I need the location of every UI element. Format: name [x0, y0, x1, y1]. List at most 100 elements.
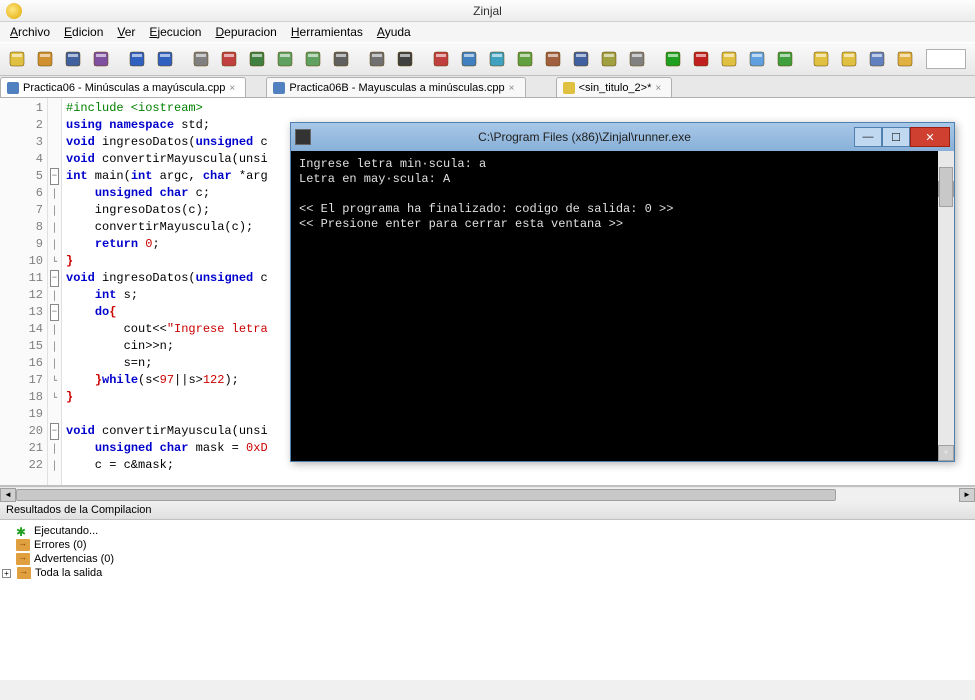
- line-number: 3: [0, 134, 43, 151]
- cut-button[interactable]: [216, 46, 242, 72]
- fold-column[interactable]: −││││└−│−│││└└−││: [48, 98, 62, 485]
- tab-close-icon[interactable]: ×: [509, 83, 519, 93]
- undo-button[interactable]: [124, 46, 150, 72]
- find-replace-button[interactable]: [364, 46, 390, 72]
- tab-2[interactable]: <sin_titulo_2>*×: [556, 77, 673, 97]
- star-icon: ✱: [16, 525, 30, 537]
- build-icon: [720, 50, 738, 68]
- fold-marker[interactable]: −: [48, 270, 61, 287]
- numbers-icon: [600, 50, 618, 68]
- expand-icon[interactable]: +: [2, 569, 11, 578]
- toggle-breakpoint-button[interactable]: [428, 46, 454, 72]
- line-number: 16: [0, 355, 43, 372]
- uncomment-button[interactable]: [300, 46, 326, 72]
- new-file-button[interactable]: [4, 46, 30, 72]
- scroll-right-icon[interactable]: ►: [959, 488, 975, 502]
- fold-marker[interactable]: −: [48, 423, 61, 440]
- list-button[interactable]: [624, 46, 650, 72]
- compilation-item[interactable]: ✱Ejecutando...: [2, 524, 973, 538]
- tab-close-icon[interactable]: ×: [229, 83, 239, 93]
- line-number: 10: [0, 253, 43, 270]
- compilation-item-label: Advertencias (0): [34, 553, 114, 565]
- console-window[interactable]: C:\Program Files (x86)\Zinjal\runner.exe…: [290, 122, 955, 462]
- compilation-item-label: Toda la salida: [35, 567, 102, 579]
- fold-marker[interactable]: −: [48, 168, 61, 185]
- tab-1[interactable]: Practica06B - Mayusculas a minúsculas.cp…: [266, 77, 525, 97]
- fold-marker[interactable]: −: [48, 304, 61, 321]
- console-output[interactable]: Ingrese letra min·scula: a Letra en may·…: [291, 151, 954, 461]
- line-number: 13: [0, 304, 43, 321]
- tab-0[interactable]: Practica06 - Minúsculas a mayúscula.cpp×: [0, 77, 246, 97]
- compilation-item[interactable]: Errores (0): [2, 538, 973, 552]
- hash-button[interactable]: [512, 46, 538, 72]
- build-button[interactable]: [716, 46, 742, 72]
- task1-button[interactable]: [808, 46, 834, 72]
- step-icon: [460, 50, 478, 68]
- mail-button[interactable]: [892, 46, 918, 72]
- save-button[interactable]: [60, 46, 86, 72]
- hash-icon: [516, 50, 534, 68]
- tab-label: <sin_titulo_2>*: [579, 82, 652, 94]
- menu-ver[interactable]: Ver: [111, 23, 141, 41]
- scroll-track[interactable]: [16, 488, 959, 502]
- menu-archivo[interactable]: Archivo: [4, 23, 56, 41]
- fold-marker: │: [48, 185, 61, 202]
- save-all-button[interactable]: [88, 46, 114, 72]
- redo-button[interactable]: [152, 46, 178, 72]
- comment-button[interactable]: [272, 46, 298, 72]
- editor-hscrollbar[interactable]: ◄ ►: [0, 486, 975, 502]
- toolbar-search-input[interactable]: [926, 49, 966, 69]
- scroll-down-icon[interactable]: ▼: [938, 445, 954, 461]
- menu-ayuda[interactable]: Ayuda: [371, 23, 417, 41]
- brace-match-button[interactable]: [568, 46, 594, 72]
- scroll-left-icon[interactable]: ◄: [0, 488, 16, 502]
- debug-button[interactable]: [772, 46, 798, 72]
- binoculars-button[interactable]: [392, 46, 418, 72]
- console-scroll-thumb[interactable]: [939, 167, 953, 207]
- open-file-icon: [36, 50, 54, 68]
- task2-icon: [840, 50, 858, 68]
- find-button[interactable]: [328, 46, 354, 72]
- numbers-button[interactable]: [596, 46, 622, 72]
- console-title: C:\Program Files (x86)\Zinjal\runner.exe: [315, 130, 854, 144]
- save-icon: [64, 50, 82, 68]
- tags-button[interactable]: [540, 46, 566, 72]
- line-number: 4: [0, 151, 43, 168]
- maximize-button[interactable]: ☐: [882, 127, 910, 147]
- save-all-icon: [92, 50, 110, 68]
- refresh-button[interactable]: [864, 46, 890, 72]
- compilation-item[interactable]: + Toda la salida: [2, 566, 973, 580]
- minimize-button[interactable]: —: [854, 127, 882, 147]
- task2-button[interactable]: [836, 46, 862, 72]
- fold-marker: │: [48, 202, 61, 219]
- compile-button[interactable]: [744, 46, 770, 72]
- console-vscrollbar[interactable]: ▲ ▼: [938, 151, 954, 461]
- folder-icon: [16, 553, 30, 565]
- console-text: Ingrese letra min·scula: a Letra en may·…: [299, 157, 946, 232]
- menu-edicion[interactable]: Edicion: [58, 23, 109, 41]
- menu-herramientas[interactable]: Herramientas: [285, 23, 369, 41]
- find-icon: [332, 50, 350, 68]
- tab-close-icon[interactable]: ×: [655, 83, 665, 93]
- menu-depuracion[interactable]: Depuracion: [209, 23, 282, 41]
- tags-icon: [544, 50, 562, 68]
- app-icon: [6, 3, 22, 19]
- folder-icon: [17, 567, 31, 579]
- scroll-thumb[interactable]: [16, 489, 836, 501]
- run-button[interactable]: [660, 46, 686, 72]
- line-number: 17: [0, 372, 43, 389]
- compilation-item[interactable]: Advertencias (0): [2, 552, 973, 566]
- bookmark-button[interactable]: [484, 46, 510, 72]
- fold-marker: [48, 134, 61, 151]
- line-number: 20: [0, 423, 43, 440]
- paste-button[interactable]: [244, 46, 270, 72]
- step-button[interactable]: [456, 46, 482, 72]
- copy-button[interactable]: [188, 46, 214, 72]
- menu-ejecucion[interactable]: Ejecucion: [143, 23, 207, 41]
- stop-button[interactable]: [688, 46, 714, 72]
- close-button[interactable]: ✕: [910, 127, 950, 147]
- new-file-icon: [8, 50, 26, 68]
- code-line[interactable]: #include <iostream>: [66, 100, 975, 117]
- open-file-button[interactable]: [32, 46, 58, 72]
- console-titlebar[interactable]: C:\Program Files (x86)\Zinjal\runner.exe…: [291, 123, 954, 151]
